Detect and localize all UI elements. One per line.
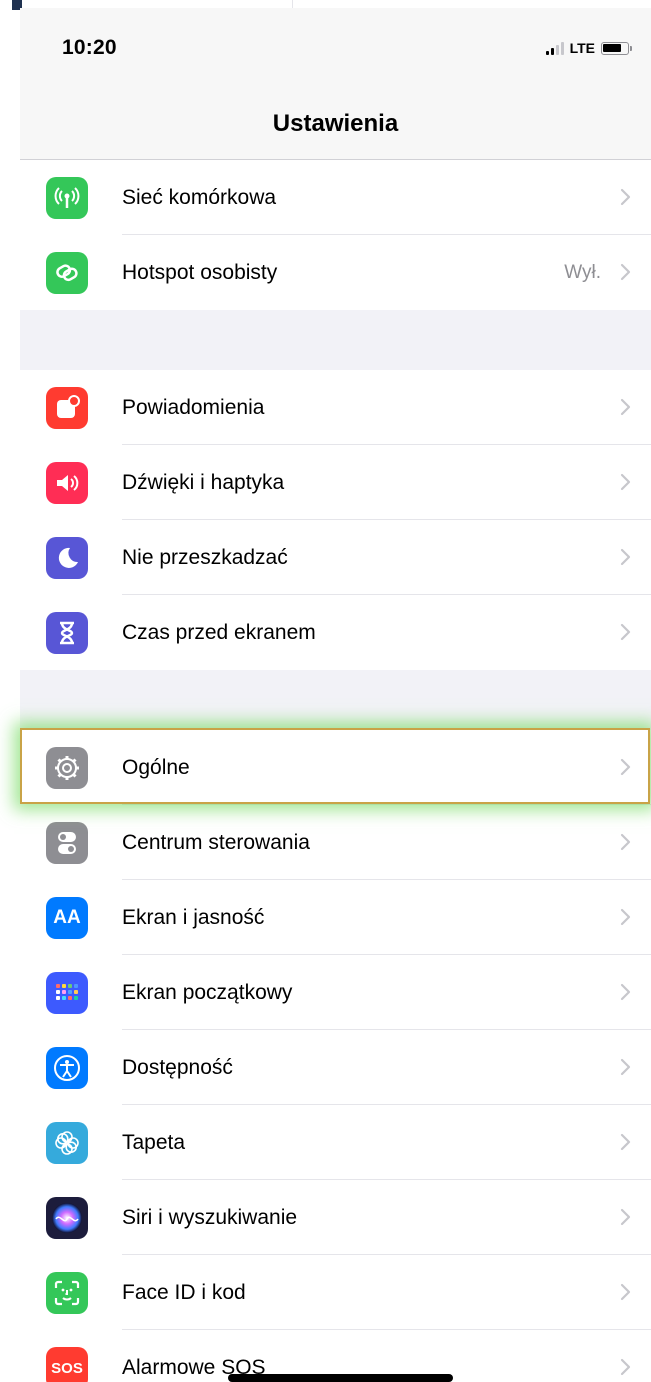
settings-row[interactable]: Centrum sterowania — [20, 805, 651, 880]
chevron-right-icon — [620, 1133, 631, 1151]
chevron-right-icon — [620, 263, 631, 281]
chevron-right-icon — [620, 1358, 631, 1376]
settings-group: Sieć komórkowa Hotspot osobisty Wył. — [20, 160, 651, 310]
gear-icon — [46, 747, 88, 789]
settings-row-label: Nie przeszkadzać — [122, 546, 288, 569]
status-time: 10:20 — [62, 36, 117, 59]
settings-row-label: Face ID i kod — [122, 1281, 246, 1304]
siri-icon — [46, 1197, 88, 1239]
chevron-right-icon — [620, 1283, 631, 1301]
settings-row[interactable]: Ekran początkowy — [20, 955, 651, 1030]
face-id-icon — [46, 1272, 88, 1314]
hotspot-chain-icon — [46, 252, 88, 294]
hourglass-icon — [46, 612, 88, 654]
settings-row-label: Siri i wyszukiwanie — [122, 1206, 298, 1229]
chevron-right-icon — [620, 548, 631, 566]
signal-icon — [545, 41, 564, 55]
home-indicator[interactable] — [228, 1374, 453, 1382]
settings-row[interactable]: Nie przeszkadzać — [20, 520, 651, 595]
settings-row-value: Wył. — [564, 262, 601, 283]
notifications-icon — [46, 387, 88, 429]
group-gap — [20, 310, 651, 370]
settings-row[interactable]: Powiadomienia — [20, 370, 651, 445]
settings-row-label: Dźwięki i haptyka — [122, 471, 285, 494]
settings-group: Powiadomienia Dźwięki i haptyka Nie przesz… — [20, 370, 651, 670]
settings-row-label: Ekran początkowy — [122, 981, 293, 1004]
flower-icon — [46, 1122, 88, 1164]
settings-row[interactable]: Face ID i kod — [20, 1255, 651, 1330]
app-grid-icon — [46, 972, 88, 1014]
chevron-right-icon — [620, 758, 631, 776]
settings-row[interactable]: Hotspot osobisty Wył. — [20, 235, 651, 310]
sos-icon: SOS — [46, 1347, 88, 1382]
chevron-right-icon — [620, 623, 631, 641]
settings-row[interactable]: AA Ekran i jasność — [20, 880, 651, 955]
chevron-right-icon — [620, 188, 631, 206]
battery-icon — [601, 41, 632, 55]
text-size-icon: AA — [46, 897, 88, 939]
settings-row[interactable]: Dźwięki i haptyka — [20, 445, 651, 520]
chevron-right-icon — [620, 908, 631, 926]
status-indicators: LTE — [545, 40, 632, 56]
settings-row-label: Powiadomienia — [122, 396, 265, 419]
settings-row-label: Hotspot osobisty — [122, 261, 278, 284]
settings-row[interactable]: Czas przed ekranem — [20, 595, 651, 670]
settings-group: Ogólne Centrum sterowania AA Ekran i jasnoś… — [20, 730, 651, 1382]
accessibility-icon — [46, 1047, 88, 1089]
settings-row-label: Centrum sterowania — [122, 831, 310, 854]
chevron-right-icon — [620, 1208, 631, 1226]
settings-row[interactable]: Dostępność — [20, 1030, 651, 1105]
status-bar: 10:20 LTE — [20, 8, 651, 88]
settings-row-label: Ogólne — [122, 756, 190, 779]
settings-row-label: Ekran i jasność — [122, 906, 265, 929]
settings-screen: 10:20 LTE Ustawienia Sieć komórkowa Hotsp… — [20, 8, 651, 1382]
settings-row-label: Dostępność — [122, 1056, 233, 1079]
chevron-right-icon — [620, 398, 631, 416]
speaker-icon — [46, 462, 88, 504]
chevron-right-icon — [620, 833, 631, 851]
chevron-right-icon — [620, 473, 631, 491]
settings-row[interactable]: Tapeta — [20, 1105, 651, 1180]
chevron-right-icon — [620, 983, 631, 1001]
network-type: LTE — [569, 40, 595, 56]
settings-row-label: Tapeta — [122, 1131, 186, 1154]
settings-row[interactable]: Ogólne — [20, 730, 651, 805]
settings-row-label: Czas przed ekranem — [122, 621, 316, 644]
settings-list: Sieć komórkowa Hotspot osobisty Wył. Powiad… — [20, 160, 651, 1382]
chevron-right-icon — [620, 1058, 631, 1076]
antenna-icon — [46, 177, 88, 219]
settings-row[interactable]: Siri i wyszukiwanie — [20, 1180, 651, 1255]
toggles-icon — [46, 822, 88, 864]
page-title: Ustawienia — [20, 88, 651, 160]
group-gap — [20, 670, 651, 730]
settings-row[interactable]: Sieć komórkowa — [20, 160, 651, 235]
moon-icon — [46, 537, 88, 579]
settings-row-label: Sieć komórkowa — [122, 186, 277, 209]
